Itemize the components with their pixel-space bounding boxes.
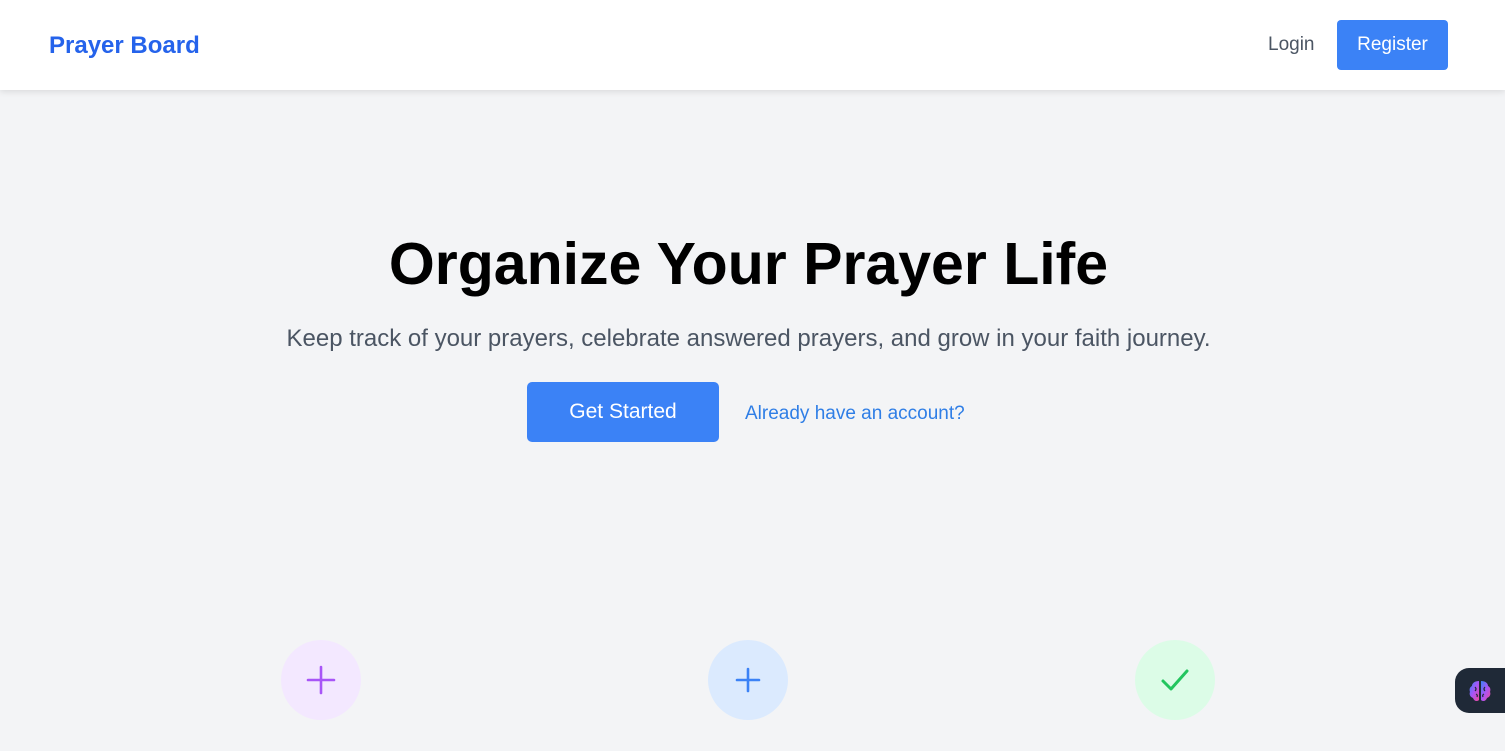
hero-title: Organize Your Prayer Life [388, 231, 1109, 297]
register-button[interactable]: Register [1337, 20, 1448, 70]
brain-icon [1469, 680, 1491, 701]
get-started-button[interactable]: Get Started [527, 382, 719, 442]
plus-icon [735, 667, 761, 693]
feature-icon-circle-2 [708, 640, 788, 720]
plus-icon [306, 665, 336, 695]
navbar: Prayer Board Login Register [0, 0, 1505, 90]
already-have-account-link[interactable]: Already have an account? [745, 403, 965, 425]
check-icon [1161, 669, 1189, 691]
hero-subtitle: Keep track of your prayers, celebrate an… [286, 325, 1211, 352]
feature-icon-circle-3 [1135, 640, 1215, 720]
assistant-widget-button[interactable] [1455, 668, 1505, 713]
brand-logo-link[interactable]: Prayer Board [49, 32, 200, 60]
feature-icon-circle-1 [281, 640, 361, 720]
login-link[interactable]: Login [1268, 34, 1315, 56]
